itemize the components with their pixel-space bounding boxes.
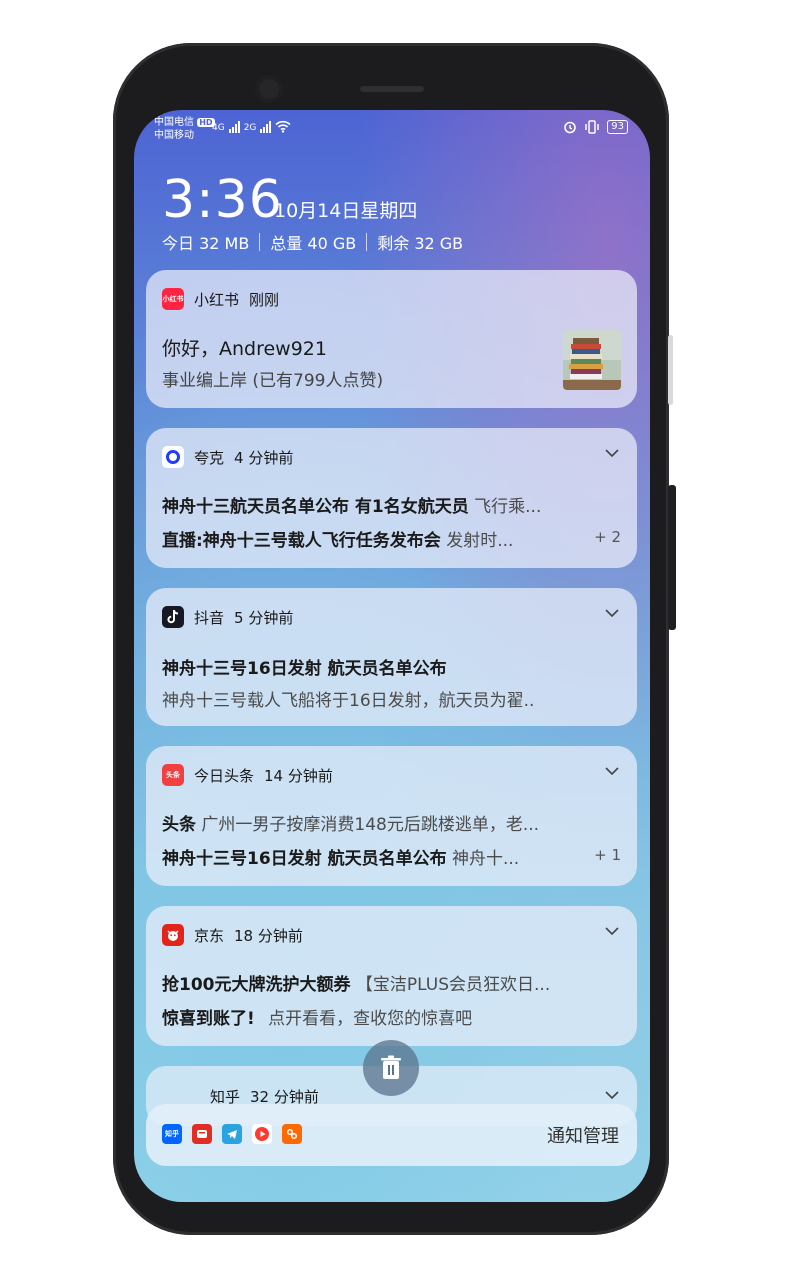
notification-header: 京东 18 分钟前 (162, 924, 303, 946)
signal-bars-icon (228, 121, 240, 133)
storage-free: 剩余 32 GB (377, 234, 464, 253)
notification-title: 你好，Andrew921 (162, 338, 327, 360)
notification-header: 小红书 小红书 刚刚 (162, 288, 279, 310)
chevron-down-icon[interactable] (605, 606, 619, 620)
signal-group: 4G 2G (212, 120, 291, 133)
douyin-icon (162, 606, 184, 628)
notification-time: 18 分钟前 (234, 926, 303, 945)
notification-time: 14 分钟前 (264, 766, 333, 785)
clear-all-button[interactable] (363, 1040, 419, 1096)
vibrate-icon (585, 120, 600, 134)
notification-line: 抢100元大牌洗护大额券 【宝洁PLUS会员狂欢日... (162, 975, 551, 995)
notification-line: 神舟十三航天员名单公布 有1名女航天员 飞行乘... (162, 497, 542, 517)
clock-date: 10月14日星期四 (274, 200, 418, 222)
carrier-labels: 中国电信 HD 中国移动 (154, 116, 215, 142)
notification-xiaohongshu[interactable]: 小红书 小红书 刚刚 你好，Andrew921 事业编上岸 (已有799人点赞) (146, 270, 637, 408)
notification-body: 事业编上岸 (已有799人点赞) (162, 371, 384, 391)
notification-header: 头条 今日头条 14 分钟前 (162, 764, 333, 786)
divider (259, 233, 261, 251)
notification-douyin[interactable]: 抖音 5 分钟前 神舟十三号16日发射 航天员名单公布 神舟十三号载人飞船将于1… (146, 588, 637, 726)
notification-body: 神舟十三号载人飞船将于16日发射，航天员为翟.. (162, 691, 535, 711)
storage-today: 今日 32 MB (162, 234, 250, 253)
app-name: 今日头条 (194, 766, 255, 785)
telegram-icon[interactable] (222, 1124, 242, 1144)
app-name: 夸克 (194, 448, 225, 467)
notification-jd[interactable]: 京东 18 分钟前 抢100元大牌洗护大额券 【宝洁PLUS会员狂欢日... 惊… (146, 906, 637, 1046)
notification-management-button[interactable]: 通知管理 (547, 1122, 619, 1148)
status-right: 93 (563, 120, 628, 134)
jd-icon (162, 924, 184, 946)
xiaohongshu-icon: 小红书 (162, 288, 184, 310)
power-button (668, 485, 676, 630)
app-name: 京东 (194, 926, 225, 945)
pinduoduo-icon[interactable] (192, 1124, 212, 1144)
signal-bars-icon (260, 121, 272, 133)
app-name: 抖音 (194, 608, 225, 627)
chevron-down-icon[interactable] (605, 924, 619, 938)
orange-app-icon[interactable] (282, 1124, 302, 1144)
notification-quark[interactable]: 夸克 4 分钟前 神舟十三航天员名单公布 有1名女航天员 飞行乘... 直播:神… (146, 428, 637, 568)
carrier-1: 中国电信 (154, 117, 194, 128)
notification-line: 惊喜到账了! 点开看看，查收您的惊喜吧 (162, 1009, 473, 1029)
storage-total: 总量 40 GB (270, 234, 357, 253)
notification-line: 头条 广州一男子按摩消费148元后跳楼逃单，老... (162, 815, 540, 835)
carrier-2: 中国移动 (154, 130, 194, 141)
more-count: + 2 (594, 528, 621, 546)
chevron-down-icon[interactable] (605, 446, 619, 460)
app-name: 小红书 (194, 290, 240, 309)
video-app-icon[interactable] (252, 1124, 272, 1144)
notification-header: 夸克 4 分钟前 (162, 446, 293, 468)
status-bar: 中国电信 HD 中国移动 4G 2G 93 (134, 110, 650, 150)
alarm-icon (564, 121, 577, 134)
earpiece-speaker (360, 86, 424, 92)
front-camera (255, 75, 283, 103)
lock-screen: 中国电信 HD 中国移动 4G 2G 93 3:36 10月14日星期四 今日 … (134, 110, 650, 1202)
network-type-1: 4G (212, 123, 225, 133)
notification-time: 4 分钟前 (234, 448, 294, 467)
app-icon-row: 知乎 (162, 1124, 302, 1144)
divider (366, 233, 368, 251)
volume-button (668, 335, 673, 405)
chevron-down-icon[interactable] (605, 764, 619, 778)
zhihu-icon[interactable]: 知乎 (162, 1124, 182, 1144)
notification-toutiao[interactable]: 头条 今日头条 14 分钟前 头条 广州一男子按摩消费148元后跳楼逃单，老..… (146, 746, 637, 886)
notification-line: 直播:神舟十三号载人飞行任务发布会 发射时... (162, 531, 514, 551)
battery-indicator: 93 (607, 120, 628, 134)
notification-title: 神舟十三号16日发射 航天员名单公布 (162, 659, 447, 679)
storage-info: 今日 32 MB 总量 40 GB 剩余 32 GB (162, 230, 463, 254)
notification-summary-bar: 知乎 通知管理 (146, 1104, 637, 1166)
toutiao-icon: 头条 (162, 764, 184, 786)
notification-header: 抖音 5 分钟前 (162, 606, 293, 628)
notification-time: 5 分钟前 (234, 608, 294, 627)
notification-line: 神舟十三号16日发射 航天员名单公布 神舟十... (162, 849, 520, 869)
clock-time: 3:36 (162, 170, 283, 230)
network-type-2: 2G (243, 123, 257, 133)
trash-icon (381, 1055, 401, 1079)
chevron-down-icon[interactable] (605, 1088, 619, 1102)
wifi-icon (275, 120, 291, 133)
notification-time: 刚刚 (249, 290, 280, 309)
quark-icon (162, 446, 184, 468)
more-count: + 1 (594, 846, 621, 864)
notification-thumbnail (563, 330, 621, 390)
